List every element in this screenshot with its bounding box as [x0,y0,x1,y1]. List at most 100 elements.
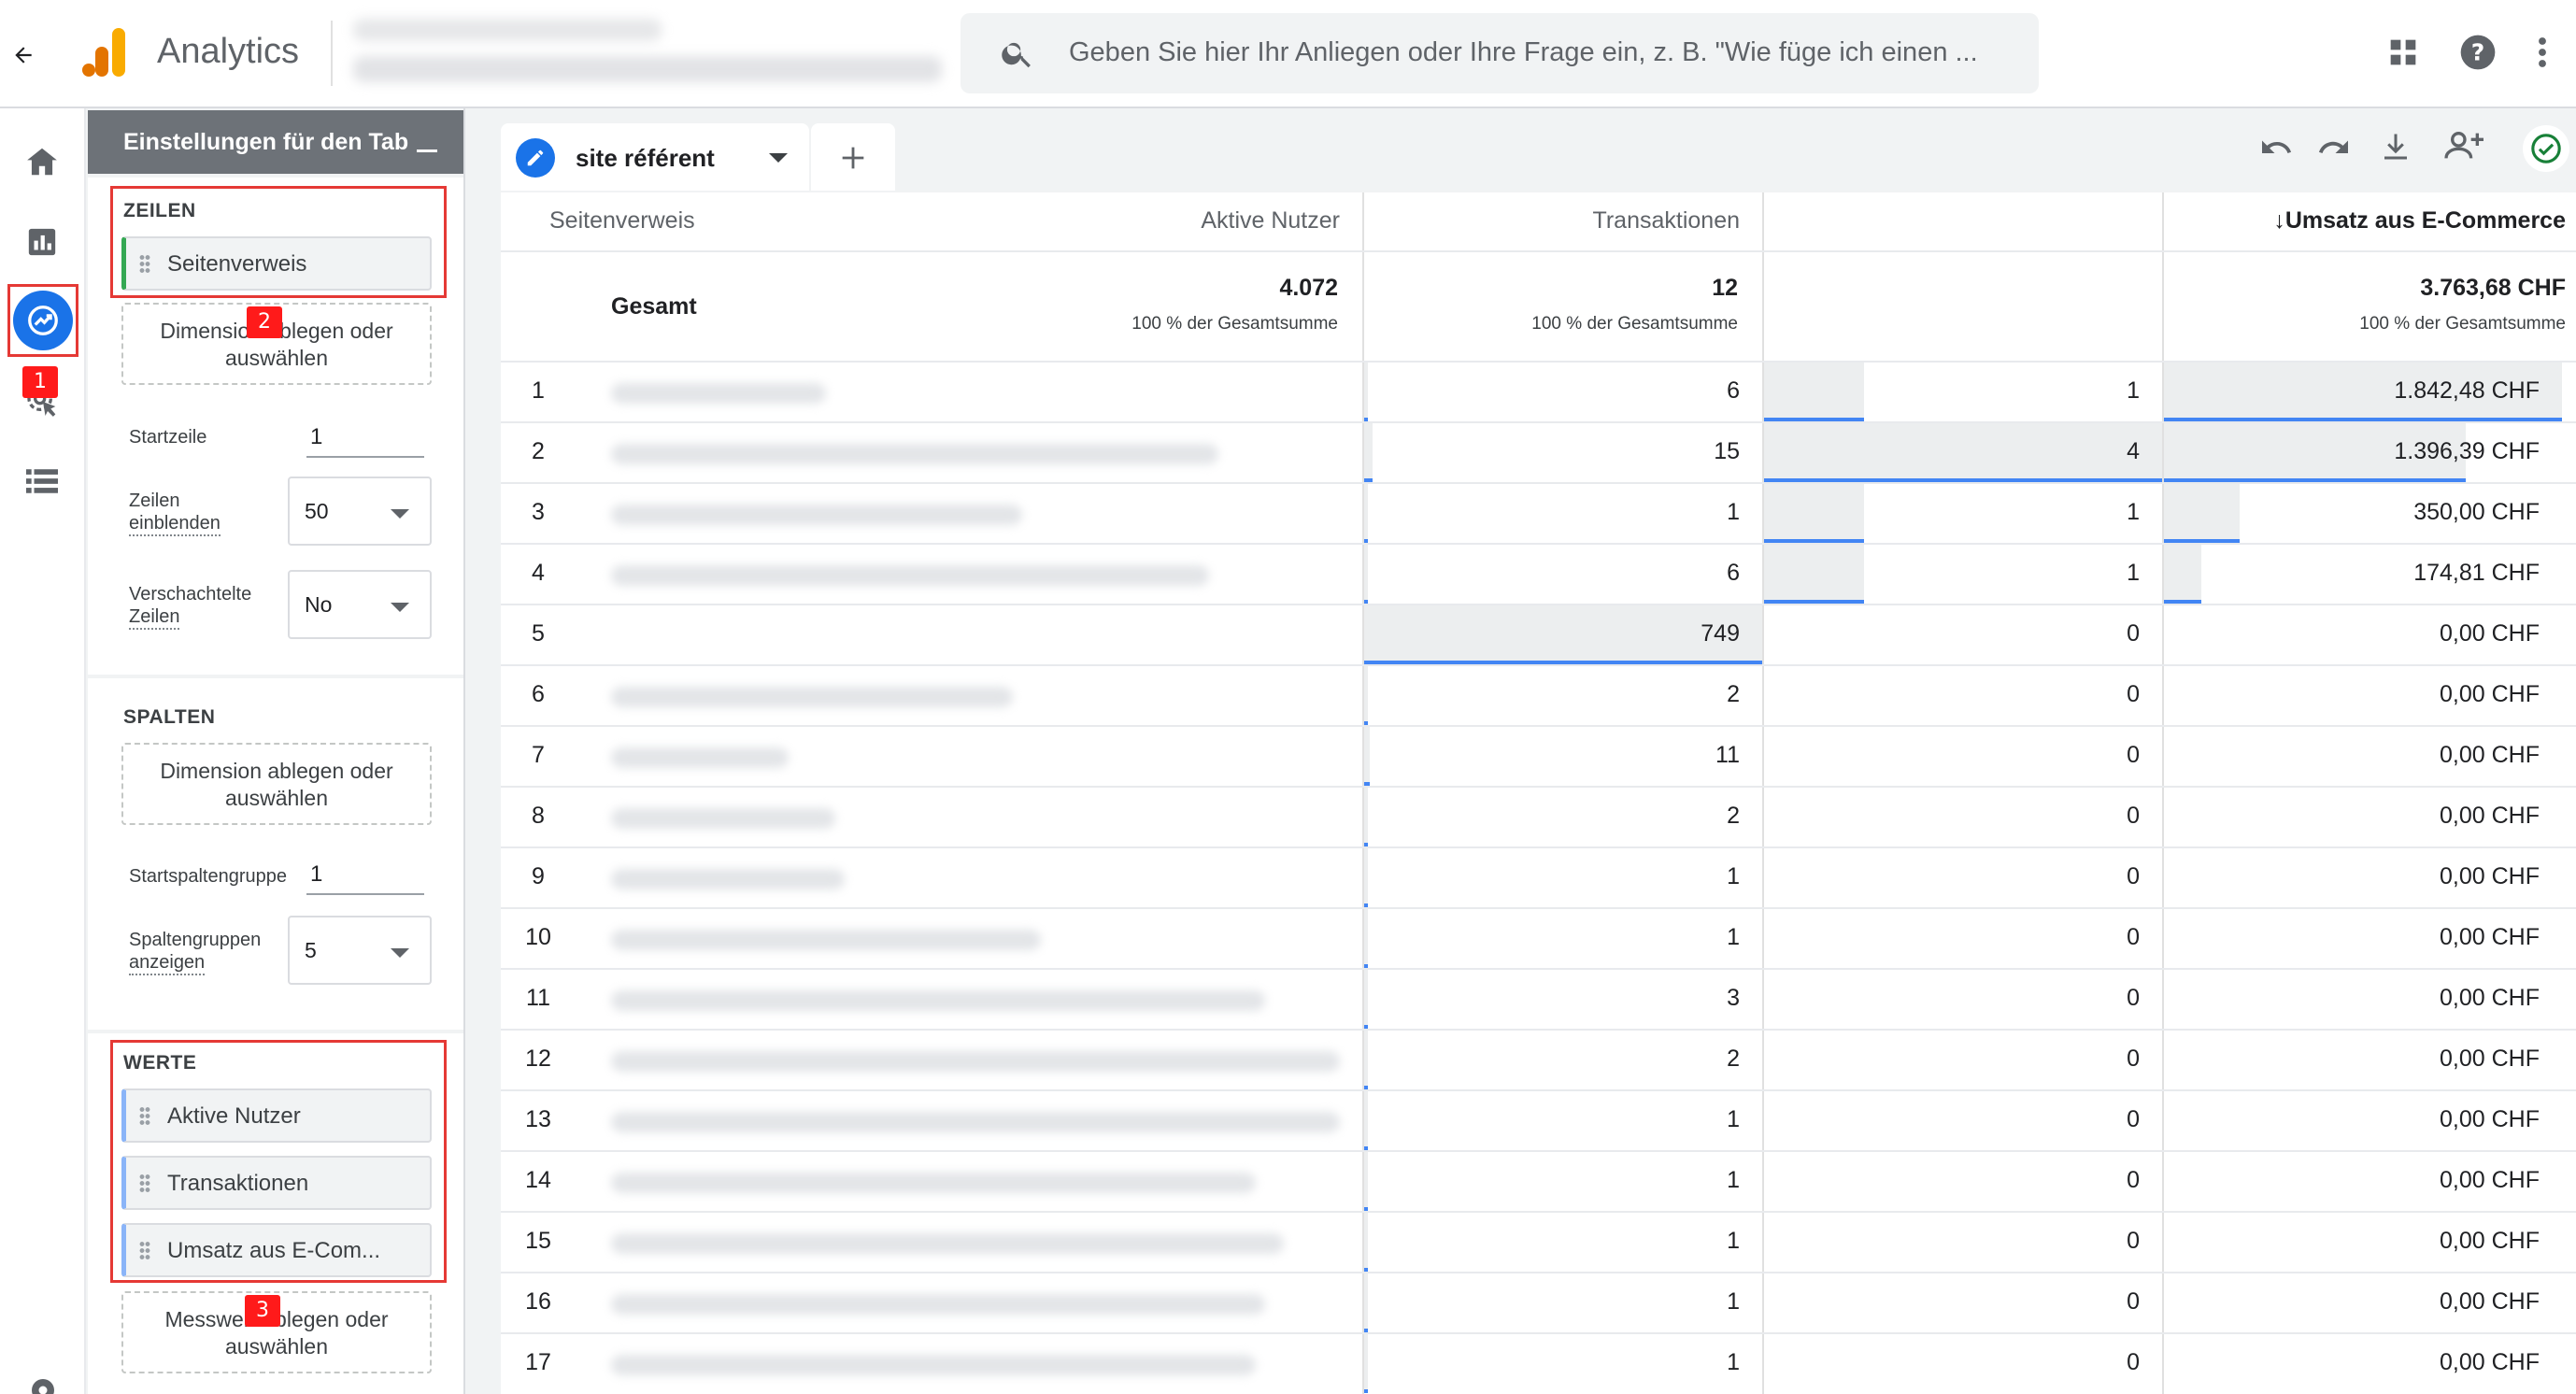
search-input[interactable]: Geben Sie hier Ihr Anliegen oder Ihre Fr… [1069,37,1978,68]
table-row[interactable]: 16 1 0 0,00 CHF [501,1272,2576,1332]
account-name-redacted[interactable] [353,19,662,41]
referrer-redacted[interactable] [611,1355,1256,1375]
download-icon[interactable] [2379,129,2412,164]
cell-rev: 0,00 CHF [2440,620,2540,647]
table-row[interactable]: 13 1 0 0,00 CHF [501,1089,2576,1150]
undo-icon[interactable] [2259,131,2293,164]
table-row[interactable]: 6 2 0 0,00 CHF [501,664,2576,725]
cell-users: 1 [1727,1106,1740,1132]
table-row[interactable]: 5 749 0 0,00 CHF [501,604,2576,664]
nested-rows-label: Verschachtelte Zeilen [129,583,251,630]
cell-trans: 0 [2127,1228,2140,1254]
reports-icon[interactable] [26,226,58,258]
referrer-redacted[interactable] [611,1233,1284,1254]
table-row[interactable]: 8 2 0 0,00 CHF [501,786,2576,846]
row-number: 1 [532,377,545,404]
table-row[interactable]: 1 6 1 1.842,48 CHF [501,361,2576,421]
svg-text:?: ? [2471,38,2485,65]
header-transactions[interactable]: Transaktionen [1593,207,1741,235]
cell-trans: 1 [2127,560,2140,586]
configure-list-icon[interactable] [26,467,58,495]
cell-trans: 0 [2127,620,2140,647]
referrer-redacted[interactable] [611,687,1013,707]
collapse-panel-icon[interactable] [417,149,437,152]
table-row[interactable]: 12 2 0 0,00 CHF [501,1029,2576,1089]
table-row[interactable]: 7 11 0 0,00 CHF [501,725,2576,786]
home-icon[interactable] [24,144,60,179]
cell-users: 1 [1727,1349,1740,1375]
show-rows-select[interactable]: 50 [288,477,432,546]
referrer-redacted[interactable] [611,1294,1265,1315]
property-selector-redacted[interactable] [353,56,942,82]
referrer-redacted[interactable] [611,747,789,768]
referrer-redacted[interactable] [611,808,835,829]
table-row[interactable]: 14 1 0 0,00 CHF [501,1150,2576,1211]
start-row-input[interactable]: 1 [306,420,424,458]
nested-rows-select[interactable]: No [288,570,432,639]
start-colgroup-label: Startspaltengruppe [129,866,288,887]
row-number: 16 [525,1288,551,1315]
show-colgroups-select[interactable]: 5 [288,916,432,985]
header-active-users[interactable]: Aktive Nutzer [1201,207,1340,235]
dropdown-arrow-icon [391,509,409,519]
nested-rows-label-line1: Verschachtelte [129,584,252,605]
status-check-button[interactable] [2523,125,2569,172]
settings-gear-icon[interactable] [26,1373,60,1394]
row-number: 8 [532,803,545,829]
search-box[interactable]: Geben Sie hier Ihr Anliegen oder Ihre Fr… [961,13,2039,93]
annotation-box-3 [110,1040,447,1283]
table-row[interactable]: 3 1 1 350,00 CHF [501,482,2576,543]
table-row[interactable]: 17 1 0 0,00 CHF [501,1332,2576,1393]
table-row[interactable]: 4 6 1 174,81 CHF [501,543,2576,604]
show-rows-label: Zeilen einblenden [129,490,221,536]
cell-rev: 0,00 CHF [2440,1288,2540,1315]
table-row[interactable]: 10 1 0 0,00 CHF [501,907,2576,968]
show-rows-value: 50 [305,499,329,523]
referrer-redacted[interactable] [611,505,1022,525]
table-row[interactable]: 2 15 4 1.396,39 CHF [501,421,2576,482]
columns-dropzone-label: Dimension ablegen oder auswählen [160,759,393,810]
row-number: 9 [532,863,545,889]
cell-rev: 0,00 CHF [2440,1046,2540,1072]
share-users-icon[interactable] [2444,127,2485,164]
referrer-redacted[interactable] [611,1112,1340,1132]
tab-site-referent[interactable]: site référent [501,123,809,191]
cell-trans: 1 [2127,499,2140,525]
referrer-redacted[interactable] [611,383,826,404]
add-tab-button[interactable] [811,123,895,191]
referrer-redacted[interactable] [611,990,1265,1011]
header-referrer[interactable]: Seitenverweis [549,207,695,235]
referrer-redacted[interactable] [611,930,1041,950]
table-row[interactable]: 11 3 0 0,00 CHF [501,968,2576,1029]
tab-dropdown-icon[interactable] [769,153,788,163]
table-row[interactable]: 15 1 0 0,00 CHF [501,1211,2576,1272]
total-transactions-pct: 100 % der Gesamtsumme [1531,314,1738,334]
redo-icon[interactable] [2317,131,2351,164]
header-revenue-sorted[interactable]: ↓Umsatz aus E-Commerce [2273,207,2566,235]
cell-rev: 1.842,48 CHF [2394,377,2540,404]
help-icon[interactable]: ? [2459,34,2497,71]
referrer-redacted[interactable] [611,1051,1340,1072]
annotation-badge-1: 1 [22,366,58,398]
cell-rev: 0,00 CHF [2440,1349,2540,1375]
nested-rows-value: No [305,592,333,617]
total-active-users-pct: 100 % der Gesamtsumme [1131,314,1338,334]
table-row[interactable]: 9 1 0 0,00 CHF [501,846,2576,907]
referrer-redacted[interactable] [611,565,1209,586]
cell-rev: 174,81 CHF [2413,560,2540,586]
referrer-redacted[interactable] [611,869,845,889]
cell-rev: 1.396,39 CHF [2394,438,2540,464]
cell-users: 2 [1727,1046,1740,1072]
row-number: 5 [532,620,545,647]
more-vert-icon[interactable] [2534,36,2551,69]
columns-dimension-dropzone[interactable]: Dimension ablegen oder auswählen [121,743,432,825]
referrer-redacted[interactable] [611,444,1218,464]
referrer-redacted[interactable] [611,1173,1256,1193]
show-colgroups-label: Spaltengruppen anzeigen [129,929,261,975]
cell-users: 1 [1727,1228,1740,1254]
arrow-back-icon[interactable] [11,43,36,67]
cell-users: 2 [1727,681,1740,707]
start-colgroup-input[interactable]: 1 [306,858,424,895]
apps-grid-icon[interactable] [2388,37,2418,67]
edit-pencil-icon[interactable] [516,138,555,178]
